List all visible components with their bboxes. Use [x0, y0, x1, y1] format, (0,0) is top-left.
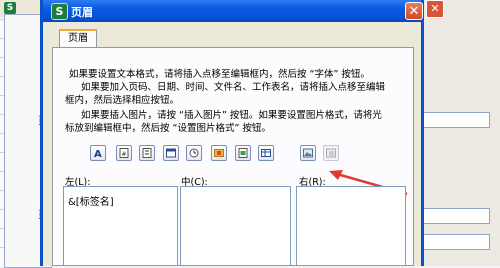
app-icon: S	[4, 2, 16, 14]
instruction-text: 如果要加入页码、日期、时间、文件名、工作表名，请将插入点移至编辑	[81, 82, 386, 93]
left-section-value: &[标签名]	[68, 197, 114, 208]
left-section-field[interactable]: &[标签名]	[63, 186, 178, 266]
sheet-name-icon	[261, 149, 271, 157]
insert-picture-icon	[303, 148, 313, 158]
background-input[interactable]	[418, 234, 490, 250]
date-icon	[166, 148, 176, 158]
time-button[interactable]	[186, 145, 202, 161]
instruction-text: 框内，然后选择相应按钮。	[65, 95, 180, 106]
total-pages-icon	[142, 148, 152, 158]
date-button[interactable]	[163, 145, 179, 161]
file-path-icon	[214, 149, 224, 157]
instruction-text: 如果要设置文本格式，请将插入点移至编辑框内，然后按 “字体” 按钮。	[69, 69, 370, 80]
instruction-text: 如果要插入图片，请按 “插入图片” 按钮。如果要设置图片格式，请将光	[81, 110, 382, 121]
format-picture-icon	[326, 148, 336, 158]
close-button[interactable]: ✕	[405, 2, 423, 20]
font-button[interactable]: A	[90, 145, 106, 161]
background-input[interactable]	[418, 208, 490, 224]
svg-text:A: A	[94, 149, 102, 158]
total-pages-button[interactable]	[139, 145, 155, 161]
file-path-button[interactable]	[211, 145, 227, 161]
format-picture-button[interactable]	[323, 145, 339, 161]
right-section-field[interactable]	[296, 186, 406, 266]
header-dialog: S 页眉 ✕ 页眉 如果要设置文本格式，请将插入点移至编辑框内，然后按 “字体”…	[40, 0, 424, 266]
dialog-title: 页眉	[71, 6, 93, 19]
font-icon: A	[94, 149, 102, 158]
file-name-icon	[238, 148, 248, 158]
page-number-icon: #	[119, 148, 129, 158]
app-icon: S	[51, 3, 68, 20]
svg-text:#: #	[122, 151, 127, 158]
insert-picture-button[interactable]	[300, 145, 316, 161]
sheet-name-button[interactable]	[258, 145, 274, 161]
time-icon	[189, 148, 199, 158]
file-name-button[interactable]	[235, 145, 251, 161]
dialog-titlebar[interactable]: S 页眉 ✕	[43, 0, 423, 22]
tab-header[interactable]: 页眉	[59, 29, 97, 48]
background-close-icon[interactable]: ✕	[426, 0, 444, 18]
center-section-field[interactable]	[180, 186, 291, 266]
instruction-text: 标放到编辑框中，然后按 “设置图片格式” 按钮。	[65, 123, 271, 134]
page-number-button[interactable]: #	[116, 145, 132, 161]
header-toolbar: A #	[90, 145, 339, 163]
background-right-panel	[412, 0, 500, 266]
